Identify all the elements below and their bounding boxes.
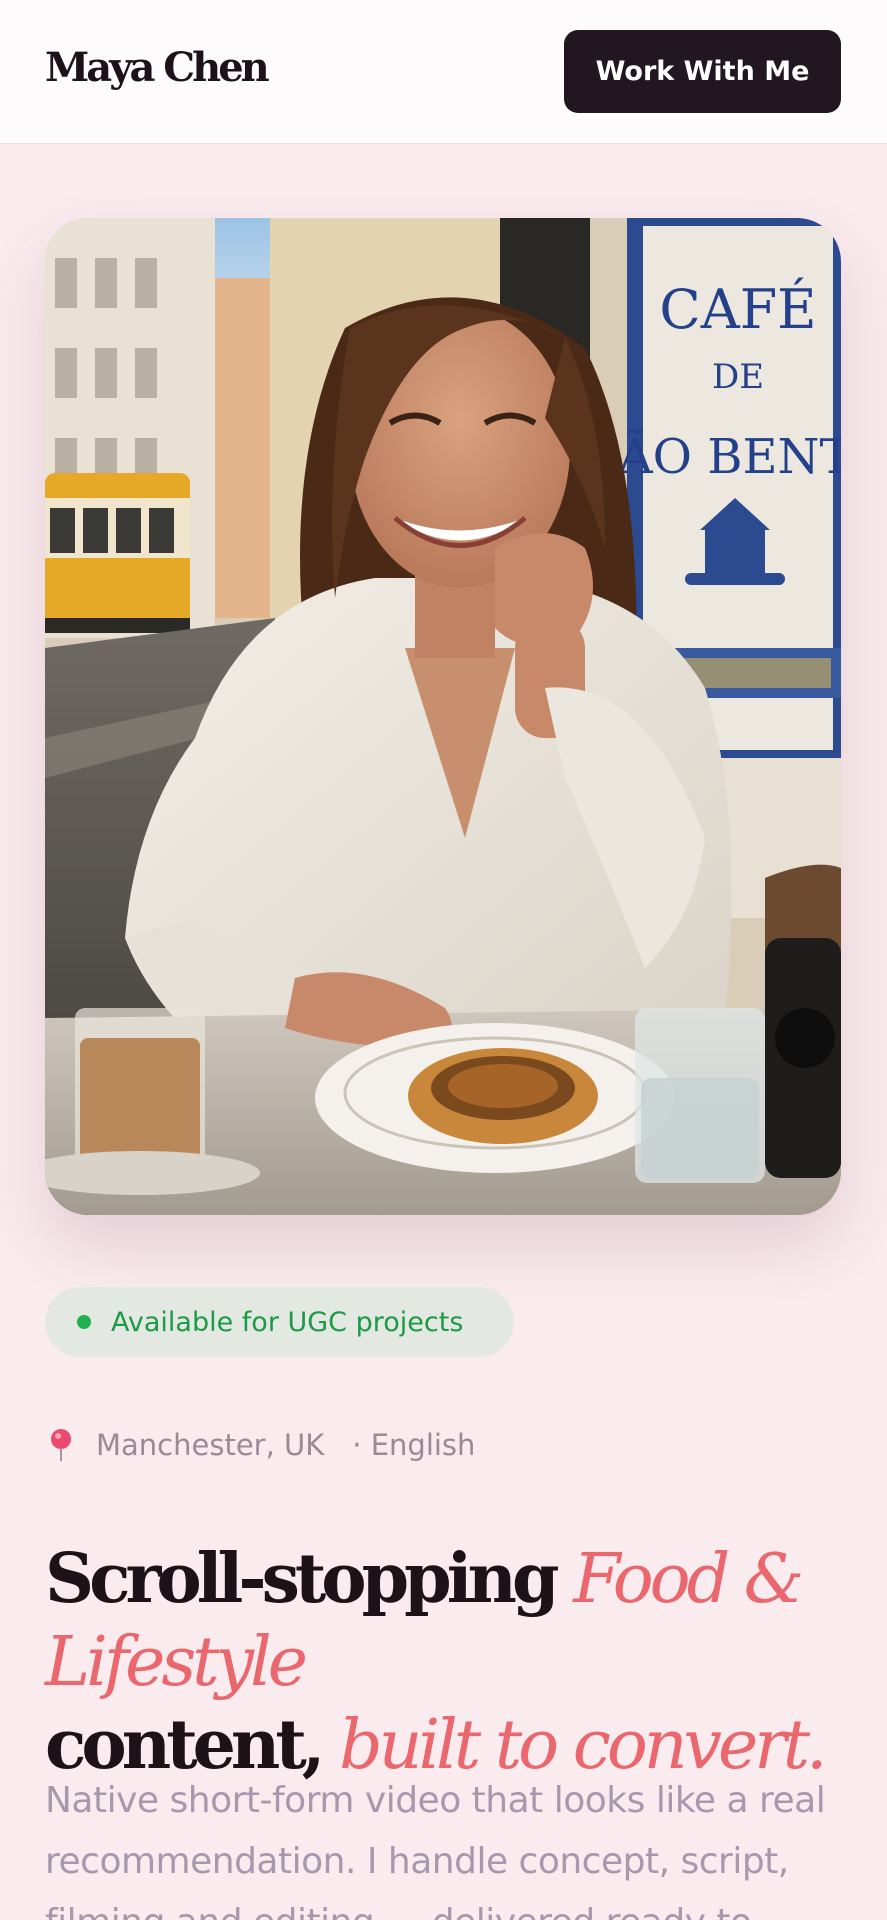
hero-photo-illustration: CAFÉ DE SÃO BENTO	[45, 218, 841, 1215]
hero-headline: Scroll-stopping Food & Lifestyle content…	[45, 1538, 865, 1787]
headline-part1: Scroll-stopping	[45, 1539, 560, 1619]
svg-text:CAFÉ: CAFÉ	[659, 277, 816, 341]
hero-photo: CAFÉ DE SÃO BENTO	[45, 218, 841, 1215]
svg-text:DE: DE	[712, 357, 764, 397]
availability-label: Available for UGC projects	[111, 1306, 464, 1338]
availability-badge: Available for UGC projects	[45, 1287, 514, 1357]
work-with-me-button[interactable]: Work With Me	[564, 30, 841, 113]
language-text: · English	[352, 1428, 476, 1462]
site-header: Maya Chen Work With Me	[0, 0, 887, 144]
hero-description: Native short-form video that looks like …	[45, 1780, 826, 1920]
brand-logo[interactable]: Maya Chen	[45, 44, 270, 91]
map-pin-icon	[50, 1428, 72, 1462]
location-text: Manchester, UK	[96, 1428, 325, 1462]
location-meta: Manchester, UK · English	[50, 1425, 475, 1465]
status-dot	[77, 1315, 91, 1329]
